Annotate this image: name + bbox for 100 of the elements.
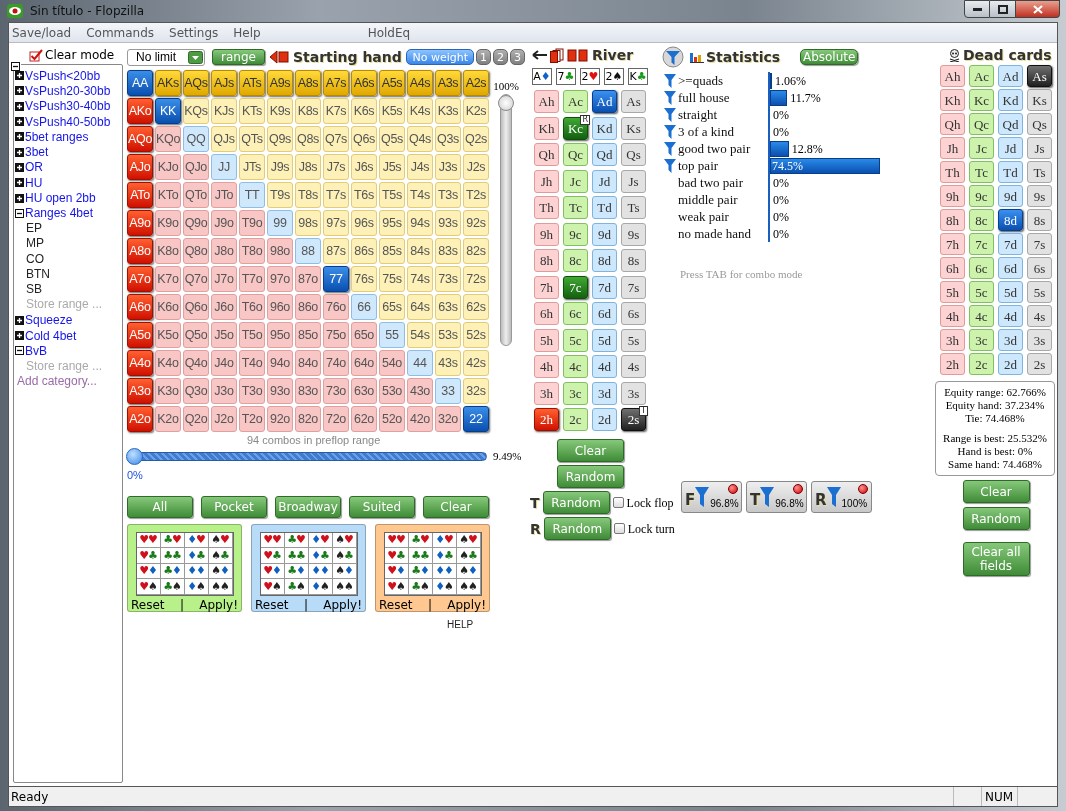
collapse-icon[interactable] <box>15 346 24 356</box>
hand-cell[interactable]: Q8o <box>183 238 209 264</box>
hand-cell[interactable]: 65o <box>351 322 377 348</box>
hand-cell[interactable]: A8o <box>127 238 153 264</box>
hand-cell[interactable]: J8s <box>295 154 321 180</box>
card-button[interactable]: 2s <box>1027 353 1052 375</box>
card-button[interactable]: 3h <box>534 381 559 405</box>
hand-cell[interactable]: 52s <box>463 322 489 348</box>
hand-cell[interactable]: K3s <box>435 98 461 124</box>
hand-cell[interactable]: A8s <box>295 70 321 96</box>
card-button[interactable]: 8s <box>621 249 646 272</box>
hand-cell[interactable]: ATo <box>127 182 153 208</box>
card-button[interactable]: Ac <box>563 90 588 113</box>
card-button[interactable]: Ah <box>534 90 559 113</box>
card-button[interactable]: 6d <box>592 302 617 325</box>
hand-cell[interactable]: KJs <box>211 98 237 124</box>
suit-pair[interactable]: ♥♦ <box>260 563 285 579</box>
hand-cell[interactable]: 66 <box>351 294 377 320</box>
hand-cell[interactable]: AKo <box>127 98 153 124</box>
hand-cell[interactable]: 75s <box>379 266 405 292</box>
hand-cell[interactable]: J5o <box>211 322 237 348</box>
expand-icon[interactable] <box>15 71 24 81</box>
card-button[interactable]: 4c <box>563 355 588 378</box>
hand-cell[interactable]: 32o <box>435 406 461 432</box>
suit-pair[interactable]: ♣♥ <box>408 532 433 548</box>
checkbox-icon[interactable] <box>29 48 43 62</box>
hand-cell[interactable]: K2s <box>463 98 489 124</box>
hand-cell[interactable]: J2s <box>463 154 489 180</box>
suit-pair[interactable]: ♠♥ <box>208 532 233 548</box>
card-button[interactable]: 8c <box>969 209 994 231</box>
card-button[interactable]: 5h <box>534 328 559 352</box>
category-item[interactable]: Cold 4bet <box>25 329 77 342</box>
hand-cell[interactable]: Q6o <box>183 294 209 320</box>
card-button[interactable]: 3s <box>621 381 646 405</box>
suit-pair[interactable]: ♣♦ <box>408 563 433 579</box>
filter-icon[interactable] <box>664 141 676 156</box>
range-item[interactable]: SB <box>14 282 122 298</box>
hand-cell[interactable]: 74o <box>323 350 349 376</box>
card-button[interactable]: 2c <box>563 408 588 431</box>
reset-link[interactable]: Reset <box>379 598 413 611</box>
hand-cell[interactable]: T5s <box>379 182 405 208</box>
hand-cell[interactable]: 92s <box>463 210 489 236</box>
hand-cell[interactable]: 62o <box>351 406 377 432</box>
hand-cell[interactable]: J7o <box>211 266 237 292</box>
hand-cell[interactable]: Q8s <box>295 126 321 152</box>
card-button[interactable]: 3h <box>940 329 965 351</box>
card-button[interactable]: 8c <box>563 249 588 272</box>
hand-cell[interactable]: K9s <box>267 98 293 124</box>
suit-pair[interactable]: ♦♣ <box>432 548 457 564</box>
hand-cell[interactable]: 97s <box>323 210 349 236</box>
hand-cell[interactable]: AJo <box>127 154 153 180</box>
hand-cell[interactable]: T6s <box>351 182 377 208</box>
hand-cell[interactable]: Q6s <box>351 126 377 152</box>
card-button[interactable]: 9d <box>592 222 617 246</box>
hand-cell[interactable]: 98o <box>267 238 293 264</box>
hand-cell[interactable]: J3s <box>435 154 461 180</box>
suit-pair[interactable]: ♦♦ <box>308 563 333 579</box>
hand-cell[interactable]: 75o <box>323 322 349 348</box>
hand-cell[interactable]: 63s <box>435 294 461 320</box>
hand-cell[interactable]: K7o <box>155 266 181 292</box>
hand-cell[interactable]: 94o <box>267 350 293 376</box>
card-button[interactable]: 2h <box>534 408 559 431</box>
card-button[interactable]: 8s <box>1027 209 1052 231</box>
card-button[interactable]: Jh <box>534 169 559 193</box>
card-button[interactable]: 5d <box>998 281 1023 303</box>
suit-pair[interactable]: ♠♥ <box>456 532 481 548</box>
reset-link[interactable]: Reset <box>255 598 289 611</box>
card-button[interactable]: 9s <box>621 222 646 246</box>
hand-cell[interactable]: 82o <box>295 406 321 432</box>
weight-slider-thumb[interactable] <box>498 95 514 111</box>
lock-checkbox[interactable] <box>613 523 625 534</box>
hand-cell[interactable]: Q2o <box>183 406 209 432</box>
hand-cell[interactable]: 33 <box>435 378 461 404</box>
suit-pair[interactable]: ♥♥ <box>384 532 409 548</box>
card-button[interactable]: Tc <box>969 161 994 183</box>
card-button[interactable]: Th <box>940 161 965 183</box>
hand-cell[interactable]: 77 <box>323 266 349 292</box>
lock-checkbox[interactable] <box>612 497 624 508</box>
filter-icon[interactable] <box>662 46 684 68</box>
card-button[interactable]: 3s <box>1027 329 1052 351</box>
hand-cell[interactable]: K5s <box>379 98 405 124</box>
expand-icon[interactable] <box>15 86 24 96</box>
card-button[interactable]: 7h <box>534 275 559 299</box>
suit-pair[interactable]: ♦♠ <box>308 579 333 595</box>
hand-cell[interactable]: T2s <box>463 182 489 208</box>
hand-cell[interactable]: 96o <box>267 294 293 320</box>
card-button[interactable]: 5s <box>621 328 646 352</box>
hand-cell[interactable]: 76o <box>323 294 349 320</box>
suit-pair[interactable]: ♣♣ <box>408 548 433 564</box>
card-button[interactable]: 8d <box>998 209 1023 231</box>
card-button[interactable]: As <box>621 90 646 113</box>
hand-cell[interactable]: K4o <box>155 350 181 376</box>
hand-cell[interactable]: Q2s <box>463 126 489 152</box>
hand-cell[interactable]: A9o <box>127 210 153 236</box>
hand-cell[interactable]: 97o <box>267 266 293 292</box>
card-button[interactable]: 6h <box>940 257 965 279</box>
suit-pair[interactable]: ♥♠ <box>384 579 409 595</box>
hand-cell[interactable]: A7s <box>323 70 349 96</box>
filter-icon[interactable] <box>664 107 676 122</box>
card-button[interactable]: 8h <box>534 249 559 272</box>
